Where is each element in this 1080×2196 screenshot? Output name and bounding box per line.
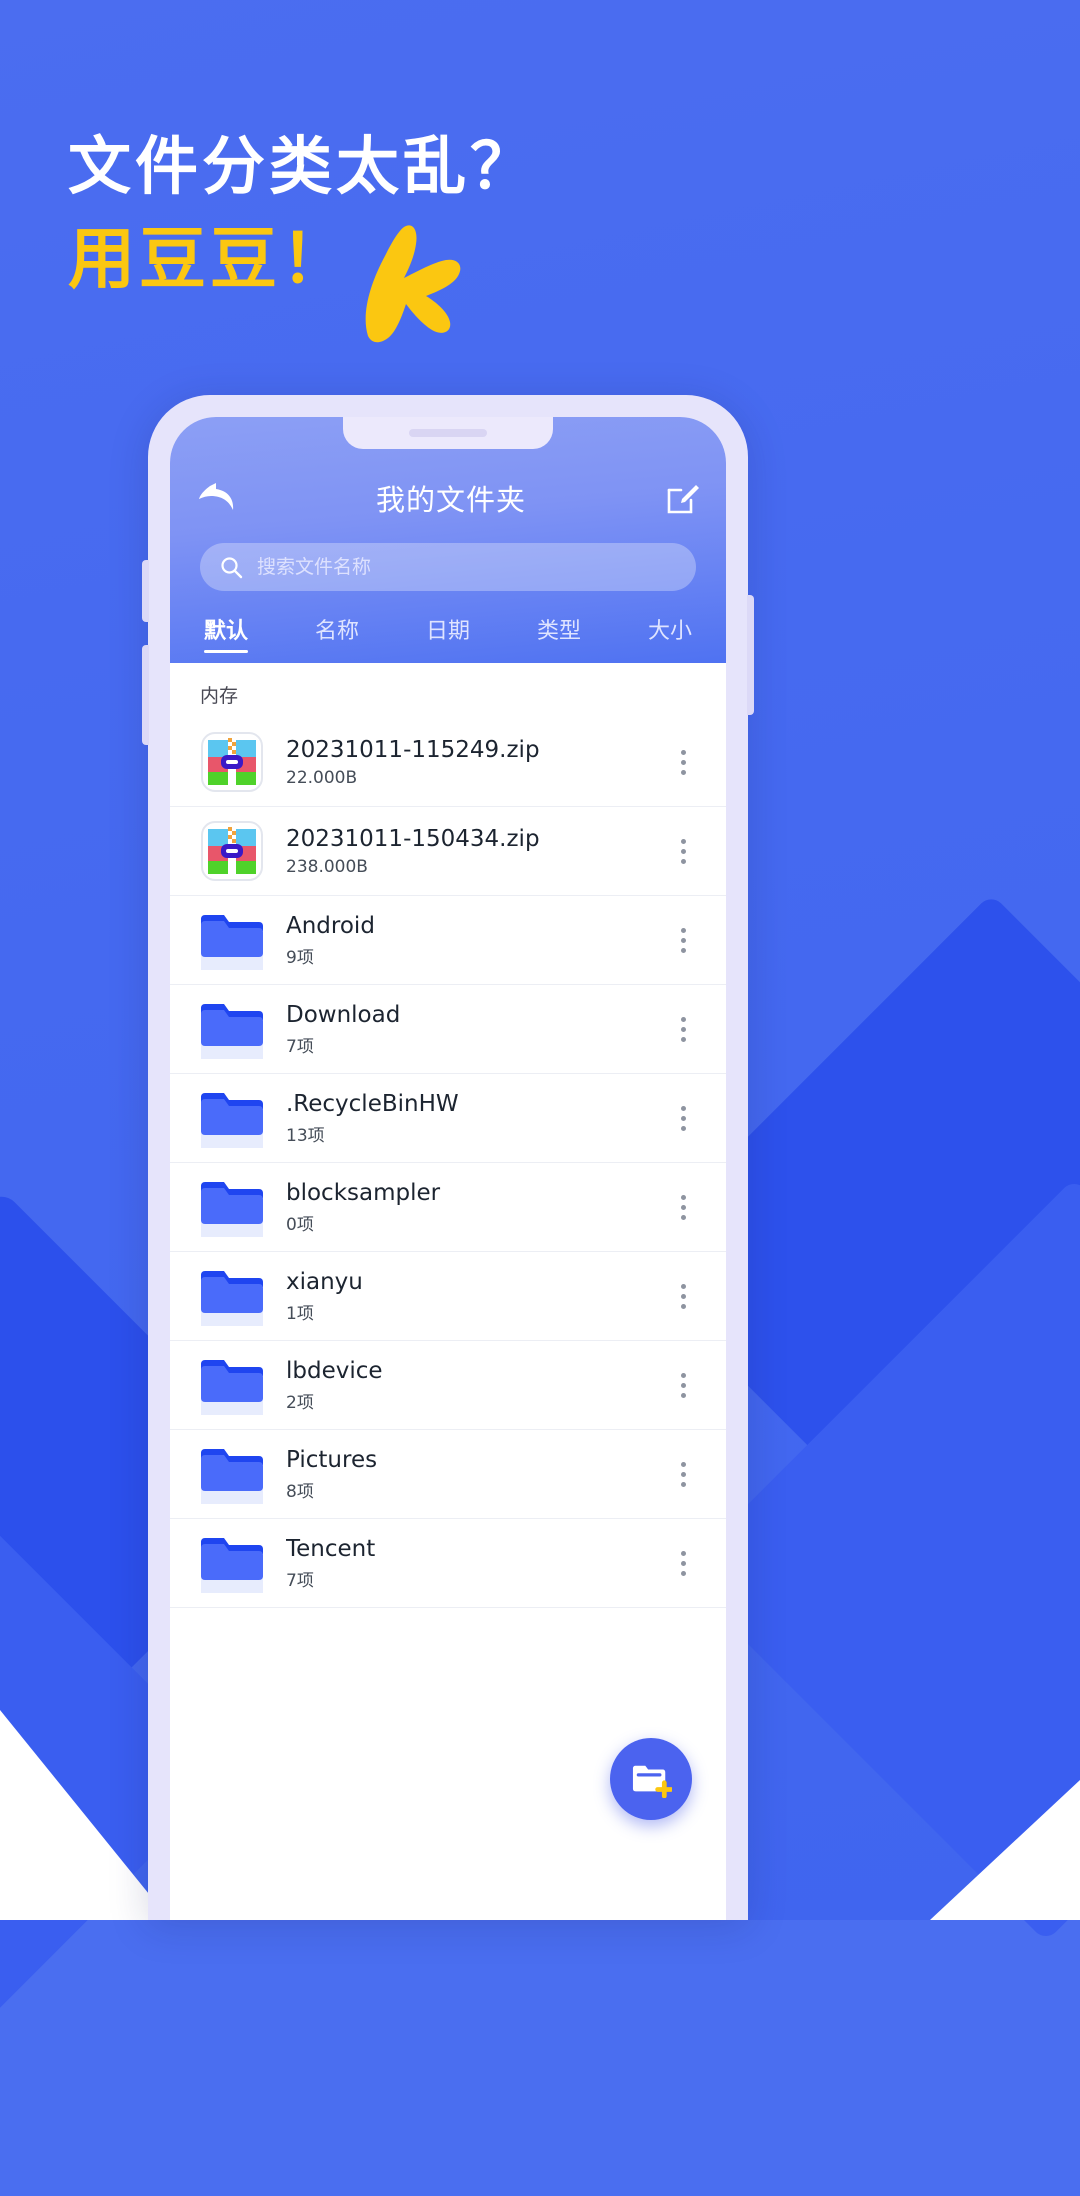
phone-button-power — [747, 595, 754, 715]
more-vertical-icon[interactable] — [666, 1279, 700, 1313]
promo-headline: 文件分类太乱？ 用豆豆！ — [68, 130, 537, 298]
row-subtitle: 8项 — [286, 1482, 314, 1503]
search-input[interactable] — [257, 556, 676, 578]
table-row[interactable]: Download 7项 — [170, 985, 726, 1074]
table-row[interactable]: Tencent 7项 — [170, 1519, 726, 1608]
table-row[interactable]: .RecycleBinHW 13项 — [170, 1074, 726, 1163]
row-subtitle: 22.000B — [286, 767, 358, 788]
table-row[interactable]: blocksampler 0项 — [170, 1163, 726, 1252]
row-text: 20231011-115249.zip 22.000B — [286, 736, 644, 788]
more-vertical-icon[interactable] — [666, 1012, 700, 1046]
edit-pencil-icon[interactable] — [666, 481, 700, 515]
row-text: Download 7项 — [286, 1001, 644, 1058]
app-header-top-bar: 我的文件夹 — [170, 467, 726, 529]
phone-mockup: 我的文件夹 默认 名称 — [142, 395, 754, 1920]
more-vertical-icon[interactable] — [666, 923, 700, 957]
row-subtitle: 9项 — [286, 948, 314, 969]
table-row[interactable]: xianyu 1项 — [170, 1252, 726, 1341]
row-subtitle: 2项 — [286, 1393, 314, 1414]
page-title: 我的文件夹 — [375, 483, 526, 517]
app-header: 我的文件夹 默认 名称 — [170, 417, 726, 663]
row-text: Android 9项 — [286, 912, 644, 969]
tab-date[interactable]: 日期 — [426, 613, 470, 653]
row-subtitle: 238.000B — [286, 856, 368, 877]
new-folder-icon — [632, 1765, 672, 1798]
row-text: .RecycleBinHW 13项 — [286, 1090, 644, 1147]
row-text: lbdevice 2项 — [286, 1357, 644, 1414]
more-vertical-icon[interactable] — [666, 1457, 700, 1491]
file-rows-container: 20231011-115249.zip 22.000B 20231011-150… — [170, 718, 726, 1608]
zip-file-icon — [201, 821, 263, 881]
phone-button-silent — [142, 560, 149, 622]
row-subtitle: 1项 — [286, 1304, 314, 1325]
table-row[interactable]: 20231011-115249.zip 22.000B — [170, 718, 726, 807]
folder-icon — [201, 1271, 263, 1326]
row-subtitle: 13项 — [286, 1126, 325, 1147]
row-name: xianyu — [286, 1268, 363, 1295]
more-vertical-icon[interactable] — [666, 745, 700, 779]
zip-file-icon — [201, 732, 263, 792]
headline-line-2: 用豆豆！ — [68, 219, 352, 298]
row-subtitle: 7项 — [286, 1037, 314, 1058]
row-name: Android — [286, 912, 375, 939]
more-vertical-icon[interactable] — [666, 1190, 700, 1224]
more-vertical-icon[interactable] — [666, 1546, 700, 1580]
phone-button-volume — [142, 645, 149, 745]
more-vertical-icon[interactable] — [666, 1101, 700, 1135]
back-arrow-icon[interactable] — [196, 480, 236, 516]
row-subtitle: 7项 — [286, 1571, 314, 1592]
row-text: blocksampler 0项 — [286, 1179, 644, 1236]
row-name: .RecycleBinHW — [286, 1090, 459, 1117]
new-folder-fab-button[interactable] — [610, 1738, 692, 1820]
tab-name[interactable]: 名称 — [315, 613, 359, 653]
row-text: Pictures 8项 — [286, 1446, 644, 1503]
row-subtitle: 0项 — [286, 1215, 314, 1236]
table-row[interactable]: Android 9项 — [170, 896, 726, 985]
folder-icon — [201, 1360, 263, 1415]
folder-icon — [201, 1093, 263, 1148]
row-name: blocksampler — [286, 1179, 441, 1206]
search-icon — [221, 556, 243, 578]
phone-screen: 我的文件夹 默认 名称 — [170, 417, 726, 1920]
headline-line-1: 文件分类太乱？ — [68, 130, 537, 203]
folder-icon — [201, 915, 263, 970]
row-name: Download — [286, 1001, 401, 1028]
row-name: 20231011-150434.zip — [286, 826, 540, 853]
row-name: Tencent — [286, 1535, 376, 1562]
tab-default[interactable]: 默认 — [204, 613, 249, 653]
folder-icon — [201, 1538, 263, 1593]
folder-icon — [201, 1449, 263, 1504]
row-text: xianyu 1项 — [286, 1268, 644, 1325]
section-label-storage: 内存 — [200, 685, 239, 707]
table-row[interactable]: Pictures 8项 — [170, 1430, 726, 1519]
search-container — [170, 529, 726, 591]
row-name: 20231011-115249.zip — [286, 737, 540, 764]
tab-type[interactable]: 类型 — [537, 613, 581, 653]
tab-size[interactable]: 大小 — [648, 613, 692, 653]
more-vertical-icon[interactable] — [666, 834, 700, 868]
row-name: lbdevice — [286, 1357, 383, 1384]
search-bar[interactable] — [200, 543, 696, 591]
phone-speaker — [409, 429, 487, 437]
more-vertical-icon[interactable] — [666, 1368, 700, 1402]
sort-tabs: 默认 名称 日期 类型 大小 — [170, 591, 726, 653]
table-row[interactable]: 20231011-150434.zip 238.000B — [170, 807, 726, 896]
row-name: Pictures — [286, 1446, 378, 1473]
row-text: Tencent 7项 — [286, 1535, 644, 1592]
table-row[interactable]: lbdevice 2项 — [170, 1341, 726, 1430]
folder-icon — [201, 1182, 263, 1237]
folder-icon — [201, 1004, 263, 1059]
file-list: 内存 20231011-115249.zip 22.000B 20231011-… — [170, 663, 726, 1920]
row-text: 20231011-150434.zip 238.000B — [286, 825, 644, 877]
